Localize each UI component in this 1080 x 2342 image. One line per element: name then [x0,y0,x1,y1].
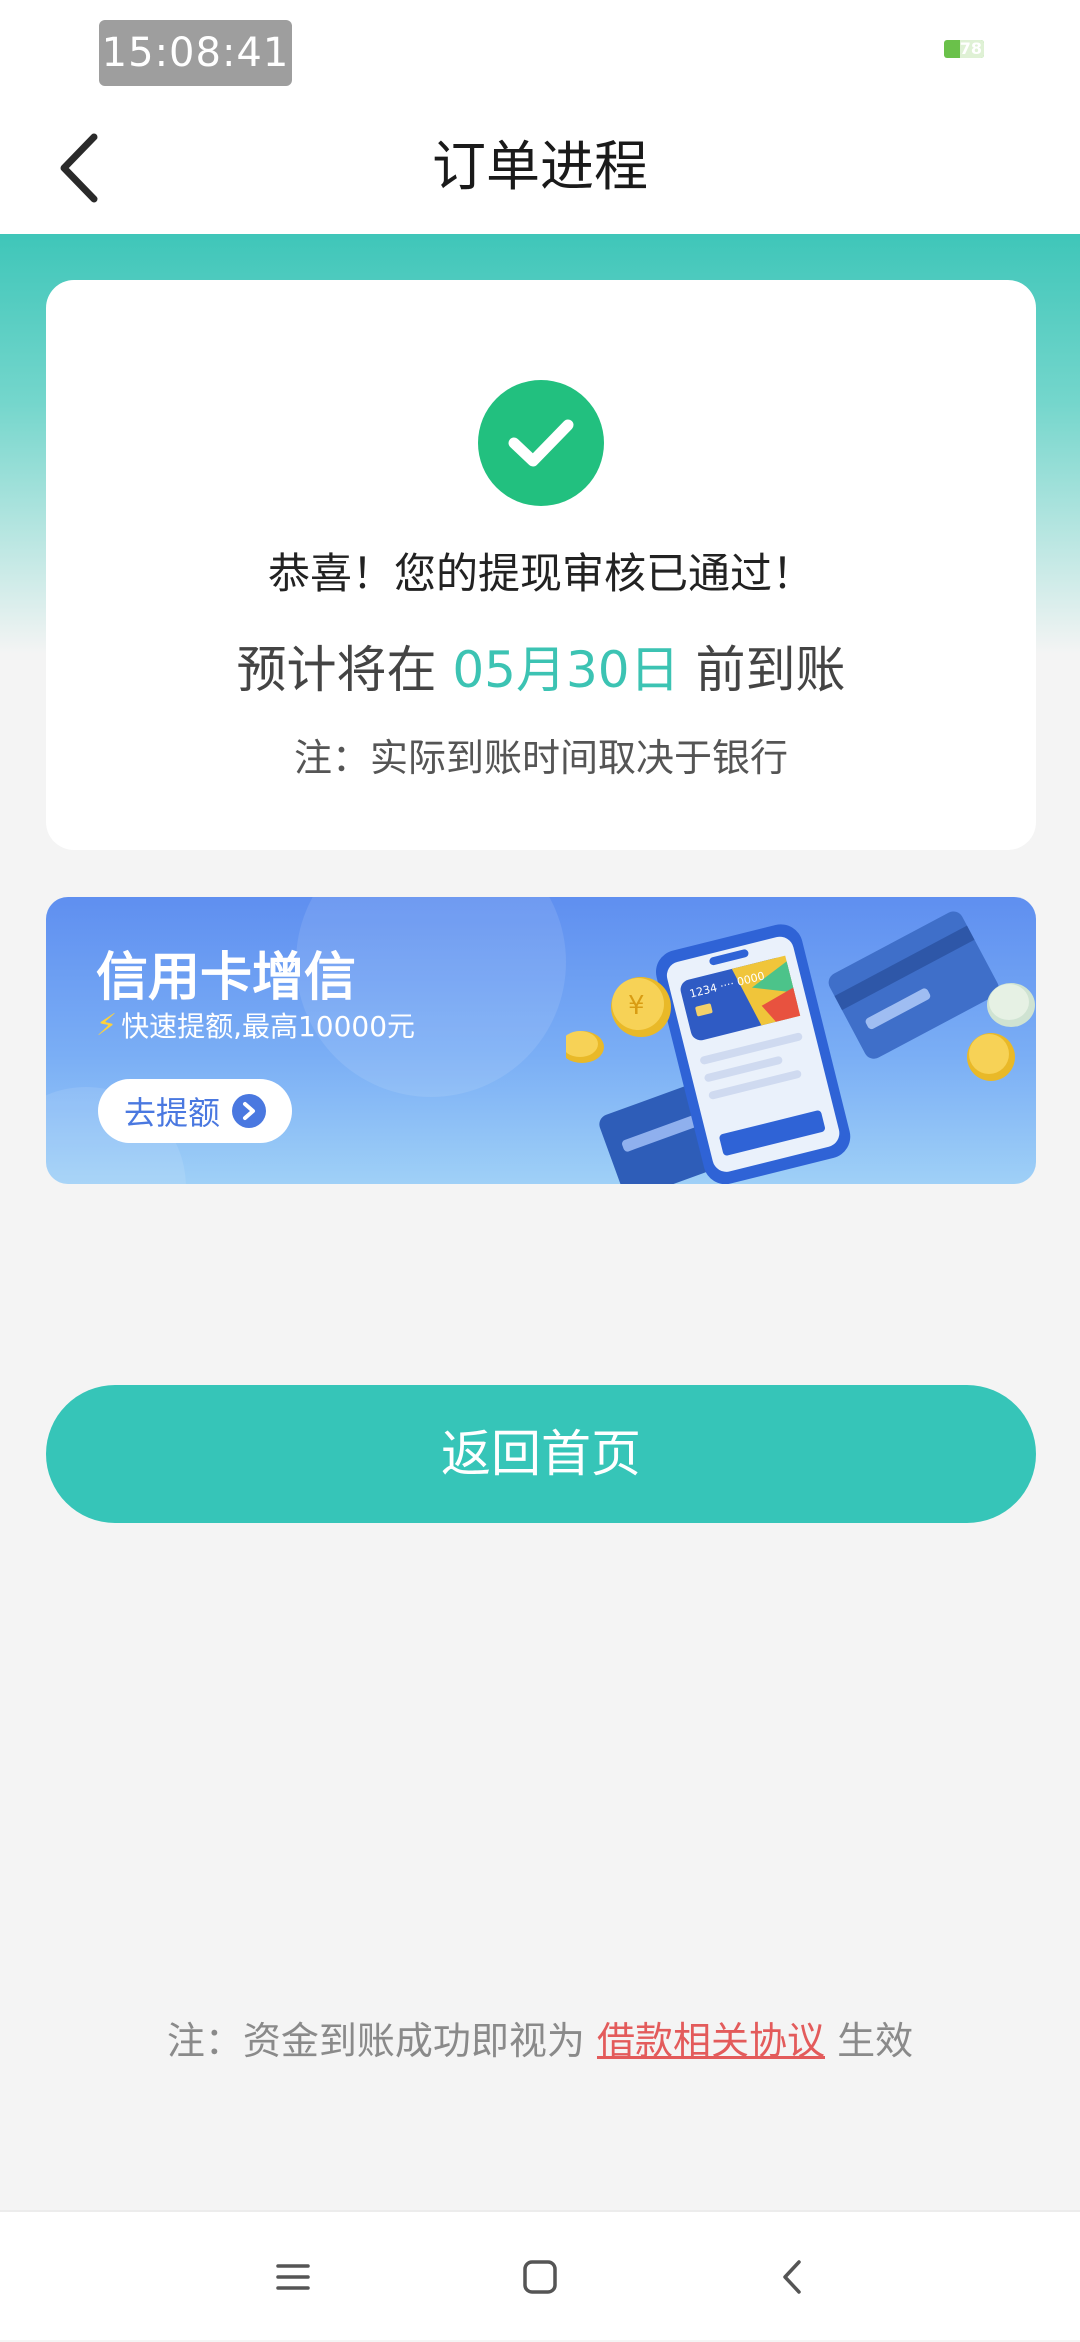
back-to-home-button[interactable]: 返回首页 [46,1385,1036,1523]
square-home-icon [523,2260,557,2294]
arrival-note: 注：实际到账时间取决于银行 [293,736,788,780]
chevron-right-icon [232,1094,266,1128]
footer-note-suffix: 生效 [837,2019,914,2063]
battery-icon: 78 [944,39,984,58]
app-header: 订单进程 [0,100,1080,234]
loan-agreement-link[interactable]: 借款相关协议 [597,2019,825,2063]
footer-note-prefix: 注：资金到账成功即视为 [166,2019,585,2063]
footer-note: 注：资金到账成功即视为 借款相关协议 生效 [0,2010,1080,2065]
banner-title: 信用卡增信 [96,948,357,1008]
page-title: 订单进程 [432,135,648,198]
chevron-left-icon [60,133,98,203]
raise-limit-label: 去提额 [123,1094,220,1132]
lightning-icon: ⚡ [96,1007,118,1043]
nav-back-button[interactable] [732,2212,852,2342]
system-nav-bar [0,2210,1080,2340]
raise-limit-button[interactable]: 去提额 [98,1079,292,1143]
banner-subtitle: ⚡ 快速提额,最高10000元 [96,1005,415,1045]
credit-card-promo-banner[interactable]: 信用卡增信 ⚡ 快速提额,最高10000元 去提额 1234 ···· 0000… [46,897,1036,1184]
phone-card-illustration: 1234 ···· 0000 ¥ [566,911,1035,1184]
nav-home-button[interactable] [480,2212,600,2342]
menu-icon [276,2264,310,2290]
expected-arrival: 预计将在 05月30日 前到账 [46,630,1036,702]
expected-arrival-prefix: 预计将在 [236,641,437,699]
back-button[interactable] [44,118,114,218]
status-time: 15:08:41 [99,20,292,86]
check-circle-icon [478,380,604,506]
back-triangle-icon [783,2260,801,2294]
status-bar: 15:08:41 78 [0,0,1080,100]
expected-arrival-date: 05月30日 [452,641,680,699]
battery-level: 78 [959,39,982,58]
expected-arrival-suffix: 前到账 [695,641,846,699]
result-card: 恭喜！您的提现审核已通过！ 预计将在 05月30日 前到账 注：实际到账时间取决… [46,280,1036,850]
nav-menu-button[interactable] [233,2212,353,2342]
success-message: 恭喜！您的提现审核已通过！ [267,549,814,598]
svg-text:¥: ¥ [628,991,645,1021]
banner-subtitle-text: 快速提额,最高10000元 [121,1010,416,1043]
